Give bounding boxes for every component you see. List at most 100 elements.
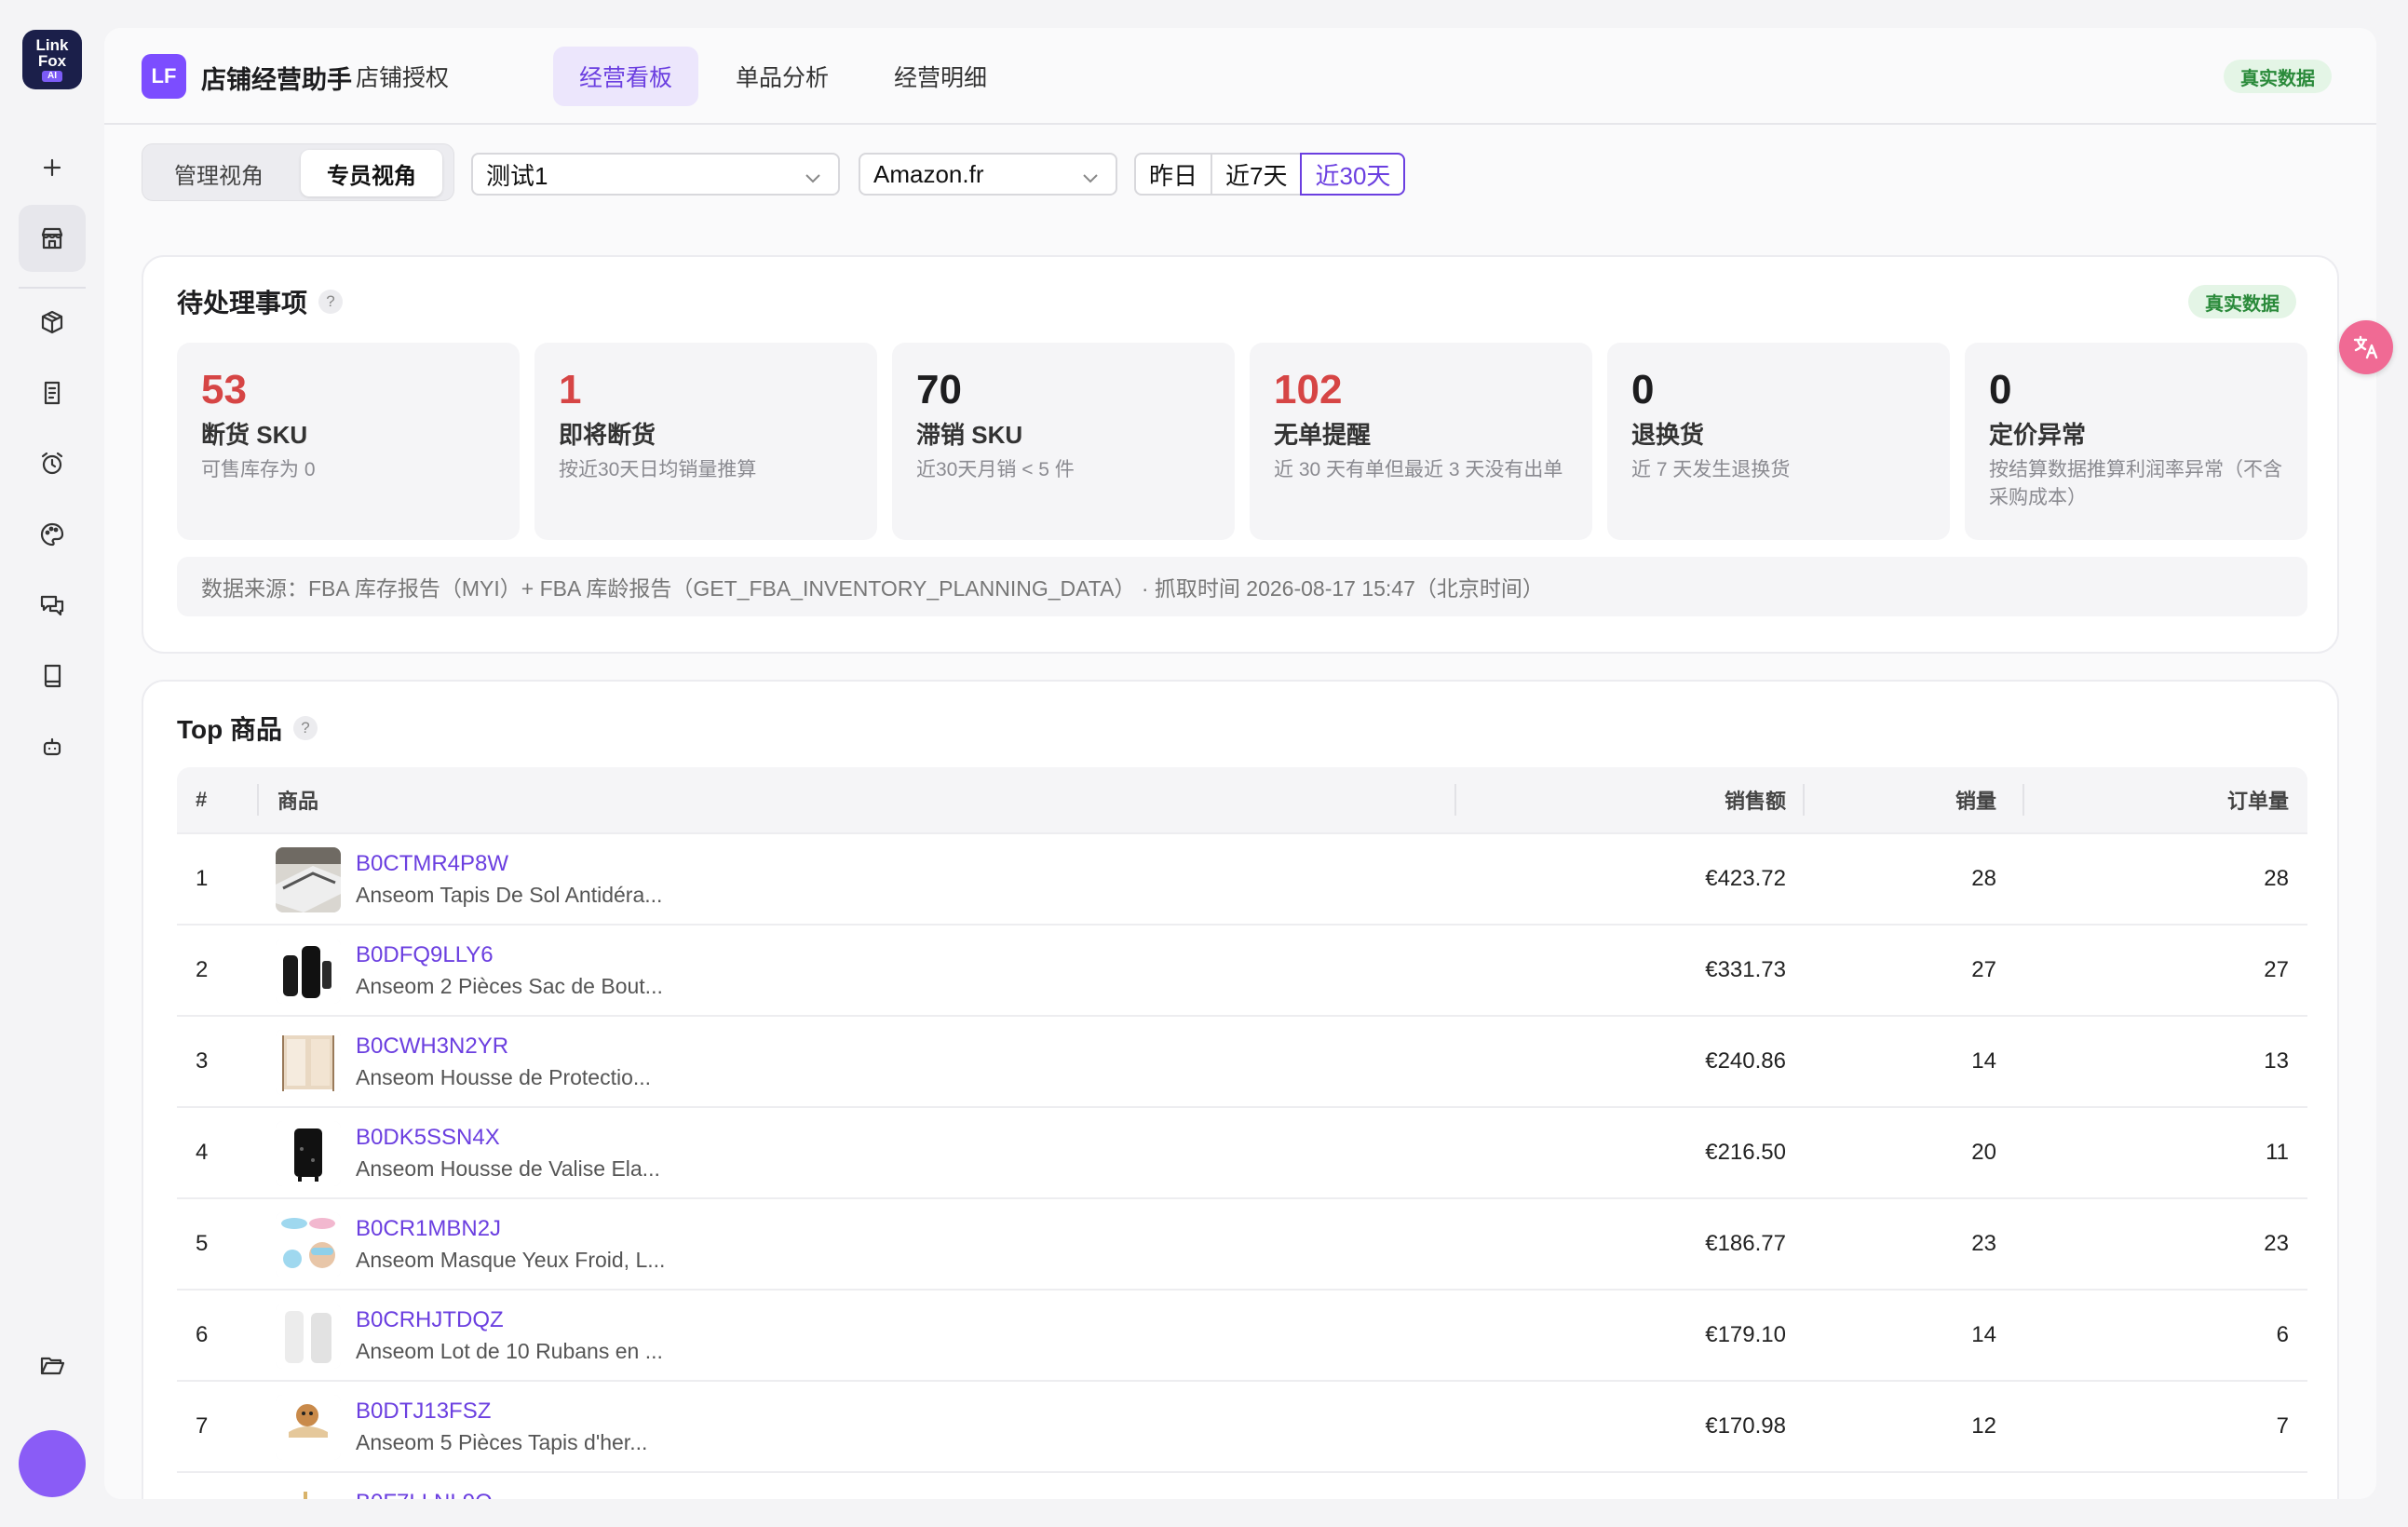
table-row[interactable]: 4 B0DK5SSN4X Anseom Housse de Valise Ela…	[177, 1106, 2307, 1197]
stat-out-of-stock[interactable]: 53 断货 SKU 可售库存为 0	[177, 343, 520, 540]
rail-report-button[interactable]	[19, 359, 86, 426]
col-sales[interactable]: 销售额	[1725, 767, 1786, 832]
logo-line1: Link	[35, 36, 69, 54]
data-source-note: 数据来源：FBA 库存报告（MYI）+ FBA 库龄报告（GET_FBA_INV…	[177, 557, 2307, 616]
tab-dashboard[interactable]: 经营看板	[553, 47, 699, 106]
product-thumbnail	[276, 1395, 341, 1460]
product-name: Anseom 2 Pièces Sac de Bout...	[356, 974, 663, 998]
tab-store-auth[interactable]: 店铺授权	[330, 47, 475, 106]
app-logo[interactable]: Link Fox AI	[22, 30, 82, 89]
alarm-clock-icon	[41, 452, 63, 475]
chevron-down-icon	[803, 166, 823, 186]
row-sales: €186.77	[1705, 1231, 1786, 1256]
real-data-badge: 真实数据	[2224, 60, 2332, 93]
row-sales: €216.50	[1705, 1140, 1786, 1165]
col-separator	[257, 784, 259, 816]
table-row[interactable]: 7 B0DTJ13FSZ Anseom 5 Pièces Tapis d'her…	[177, 1380, 2307, 1471]
row-index: 5	[196, 1231, 209, 1256]
rail-palette-button[interactable]	[19, 501, 86, 568]
marketplace-select-value: Amazon.fr	[873, 159, 984, 188]
view-specialist[interactable]: 专员视角	[301, 150, 442, 196]
help-icon[interactable]: ?	[318, 290, 344, 314]
row-qty: 27	[1971, 957, 1996, 982]
date-range-group: 昨日 近7天 近30天	[1134, 153, 1406, 196]
user-avatar[interactable]	[19, 1430, 86, 1497]
help-icon[interactable]: ?	[293, 716, 318, 740]
rail-store-button[interactable]	[19, 205, 86, 272]
tab-product-analysis[interactable]: 单品分析	[710, 47, 855, 106]
product-name: Anseom 5 Pièces Tapis d'her...	[356, 1430, 648, 1454]
row-sales: €179.10	[1705, 1322, 1786, 1347]
stat-value: 1	[559, 367, 582, 412]
table-row[interactable]: 2 B0DFQ9LLY6 Anseom 2 Pièces Sac de Bout…	[177, 924, 2307, 1015]
product-name: Anseom Masque Yeux Froid, L...	[356, 1248, 666, 1272]
stat-value: 0	[1631, 367, 1655, 412]
col-orders[interactable]: 订单量	[2227, 767, 2289, 832]
plus-icon	[43, 158, 61, 177]
brand-badge: LF	[142, 54, 186, 99]
range-30d[interactable]: 近30天	[1300, 153, 1406, 196]
row-index: 6	[196, 1322, 209, 1347]
translate-float-button[interactable]	[2339, 320, 2393, 374]
top-products-title: Top 商品 ?	[177, 709, 318, 747]
store-select-value: 测试1	[486, 161, 548, 190]
product-asin-link[interactable]: B0F7LLNL9Q	[356, 1490, 493, 1499]
table-row[interactable]: 5 B0CR1MBN2J Anseom Masque Yeux Froid, L…	[177, 1197, 2307, 1289]
stat-value: 102	[1274, 367, 1343, 412]
stat-label: 退换货	[1631, 421, 1705, 449]
document-icon	[44, 381, 61, 405]
stat-label: 断货 SKU	[201, 421, 308, 449]
product-asin-link[interactable]: B0DK5SSN4X	[356, 1125, 500, 1151]
table-row[interactable]: 1 B0CTMR4P8W Anseom Tapis De Sol Antidér…	[177, 832, 2307, 924]
real-data-badge: 真实数据	[2188, 285, 2296, 318]
table-row[interactable]: 3 B0CWH3N2YR Anseom Housse de Protectio.…	[177, 1015, 2307, 1106]
tab-details[interactable]: 经营明细	[868, 47, 1013, 106]
product-asin-link[interactable]: B0CRHJTDQZ	[356, 1307, 504, 1333]
product-asin-link[interactable]: B0CR1MBN2J	[356, 1216, 501, 1242]
logo-line2: Fox	[37, 52, 67, 70]
rail-book-button[interactable]	[19, 642, 86, 709]
rail-product-button[interactable]	[19, 289, 86, 356]
rail-folder-button[interactable]	[19, 1331, 86, 1399]
product-asin-link[interactable]: B0CWH3N2YR	[356, 1034, 508, 1060]
view-manager[interactable]: 管理视角	[148, 150, 290, 196]
table-row[interactable]: 6 B0CRHJTDQZ Anseom Lot de 10 Rubans en …	[177, 1289, 2307, 1380]
product-thumbnail	[276, 939, 341, 1004]
stat-low-stock[interactable]: 1 即将断货 按近30天日均销量推算	[534, 343, 877, 540]
table-row[interactable]: B0F7LLNL9Q	[177, 1471, 2307, 1499]
row-qty: 23	[1971, 1231, 1996, 1256]
row-qty: 12	[1971, 1413, 1996, 1439]
range-7d[interactable]: 近7天	[1211, 153, 1303, 196]
row-orders: 7	[2276, 1413, 2289, 1439]
left-rail: Link Fox AI	[0, 0, 104, 1527]
stat-returns[interactable]: 0 退换货 近 7 天发生退换货	[1607, 343, 1950, 540]
stat-label: 即将断货	[559, 421, 656, 449]
product-asin-link[interactable]: B0DTJ13FSZ	[356, 1399, 491, 1425]
marketplace-select[interactable]: Amazon.fr	[859, 153, 1117, 196]
range-yesterday[interactable]: 昨日	[1134, 153, 1213, 196]
row-orders: 13	[2264, 1048, 2289, 1074]
product-thumbnail	[276, 1030, 341, 1095]
row-index: 3	[196, 1048, 209, 1074]
rail-chat-button[interactable]	[19, 572, 86, 639]
store-select[interactable]: 测试1	[471, 153, 840, 196]
product-thumbnail	[276, 1121, 341, 1186]
stat-slow-moving[interactable]: 70 滞销 SKU 近30天月销 < 5 件	[892, 343, 1235, 540]
stats-grid: 53 断货 SKU 可售库存为 0 1 即将断货 按近30天日均销量推算 70 …	[177, 343, 2307, 540]
new-button[interactable]	[19, 134, 86, 201]
product-asin-link[interactable]: B0DFQ9LLY6	[356, 942, 494, 968]
tab-label: 经营明细	[894, 65, 988, 91]
robot-icon	[43, 737, 61, 756]
tab-label: 经营看板	[579, 65, 673, 91]
stat-no-orders[interactable]: 102 无单提醒 近 30 天有单但最近 3 天没有出单	[1250, 343, 1592, 540]
col-separator	[1803, 784, 1805, 816]
row-index: 4	[196, 1140, 209, 1165]
col-qty[interactable]: 销量	[1955, 767, 1996, 832]
stat-pricing-anomaly[interactable]: 0 定价异常 按结算数据推算利润率异常（不含采购成本）	[1965, 343, 2307, 540]
row-orders: 6	[2276, 1322, 2289, 1347]
rail-alarm-button[interactable]	[19, 430, 86, 497]
col-separator	[2022, 784, 2024, 816]
stat-desc: 按结算数据推算利润率异常（不含采购成本）	[1989, 459, 2282, 508]
rail-bot-button[interactable]	[19, 713, 86, 780]
product-asin-link[interactable]: B0CTMR4P8W	[356, 851, 508, 877]
